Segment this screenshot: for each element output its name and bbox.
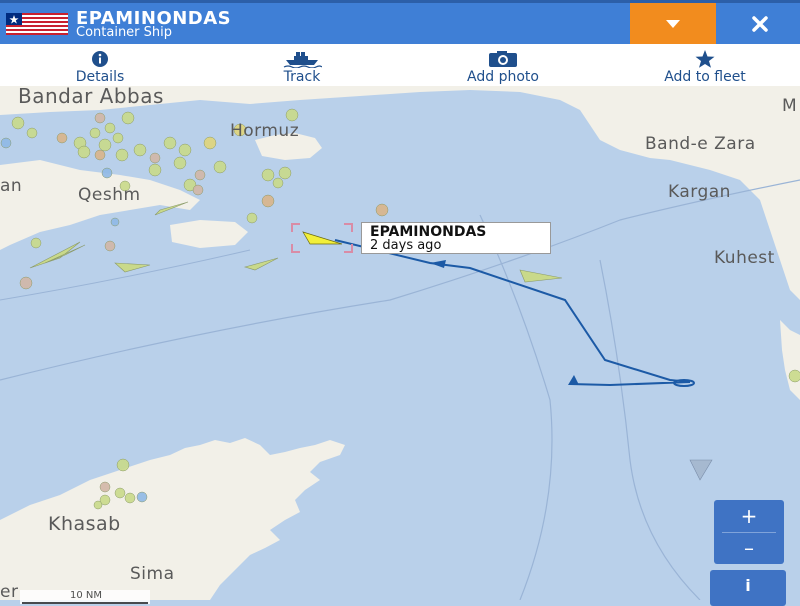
label-sima: Sima [130, 564, 175, 584]
add-photo-label: Add photo [467, 69, 539, 85]
map-scale: 10 NM [20, 590, 150, 604]
zoom-out-button[interactable]: – [714, 532, 784, 564]
chevron-down-icon [666, 19, 680, 28]
label-khasab: Khasab [48, 513, 121, 535]
vessel-track-line [334, 239, 691, 387]
qeshm-island-land [0, 160, 200, 250]
label-an: an [0, 176, 23, 196]
close-button[interactable] [720, 3, 800, 44]
star-icon [695, 50, 715, 68]
vessel-markers [0, 108, 800, 510]
label-band-e-zara: Band-e Zara [645, 134, 756, 154]
label-er: er [0, 582, 19, 600]
details-label: Details [75, 69, 125, 85]
label-qeshm: Qeshm [78, 185, 141, 205]
map-info-button[interactable]: i [710, 570, 786, 606]
ship-type: Container Ship [76, 25, 173, 40]
vessel-callout[interactable]: EPAMINONDAS 2 days ago [361, 222, 551, 254]
scale-label: 10 NM [70, 590, 103, 601]
label-kuhest: Kuhest [714, 248, 775, 268]
add-to-fleet-label: Add to fleet [664, 69, 746, 85]
zoom-controls: + – [714, 500, 784, 564]
label-kargan: Kargan [668, 182, 731, 202]
track-label: Track [283, 69, 321, 85]
add-photo-button[interactable]: Add photo [448, 44, 558, 86]
scale-bar [22, 602, 148, 604]
label-m: M [782, 96, 798, 116]
zoom-in-button[interactable]: + [714, 500, 784, 532]
callout-timestamp: 2 days ago [370, 238, 442, 253]
label-bandar-abbas: Bandar Abbas [18, 86, 164, 108]
selected-vessel-arrow-icon [302, 231, 343, 245]
larak-island-land [170, 220, 248, 248]
sea-lane-line [0, 249, 251, 301]
vessel-toolbar: Details Track Add photo Add to fleet [0, 44, 800, 87]
track-start-arrow-icon [568, 375, 579, 385]
sea-lane-line [599, 259, 701, 600]
add-to-fleet-button[interactable]: Add to fleet [640, 44, 770, 86]
info-icon [92, 51, 108, 67]
ship-icon [283, 52, 322, 68]
label-hormuz: Hormuz [230, 121, 300, 141]
map-canvas[interactable]: Bandar Abbas Hormuz Qeshm an Band-e Zara… [0, 86, 800, 600]
vessel-header: EPAMINONDAS Container Ship [0, 0, 800, 44]
sea-lane-line [479, 214, 553, 600]
camera-icon [489, 51, 517, 67]
close-icon [752, 15, 768, 32]
expand-button[interactable] [630, 3, 716, 44]
details-button[interactable]: Details [50, 44, 150, 86]
liberia-flag-icon [6, 13, 68, 35]
east-coast-land [780, 320, 800, 400]
track-button[interactable]: Track [252, 44, 352, 86]
